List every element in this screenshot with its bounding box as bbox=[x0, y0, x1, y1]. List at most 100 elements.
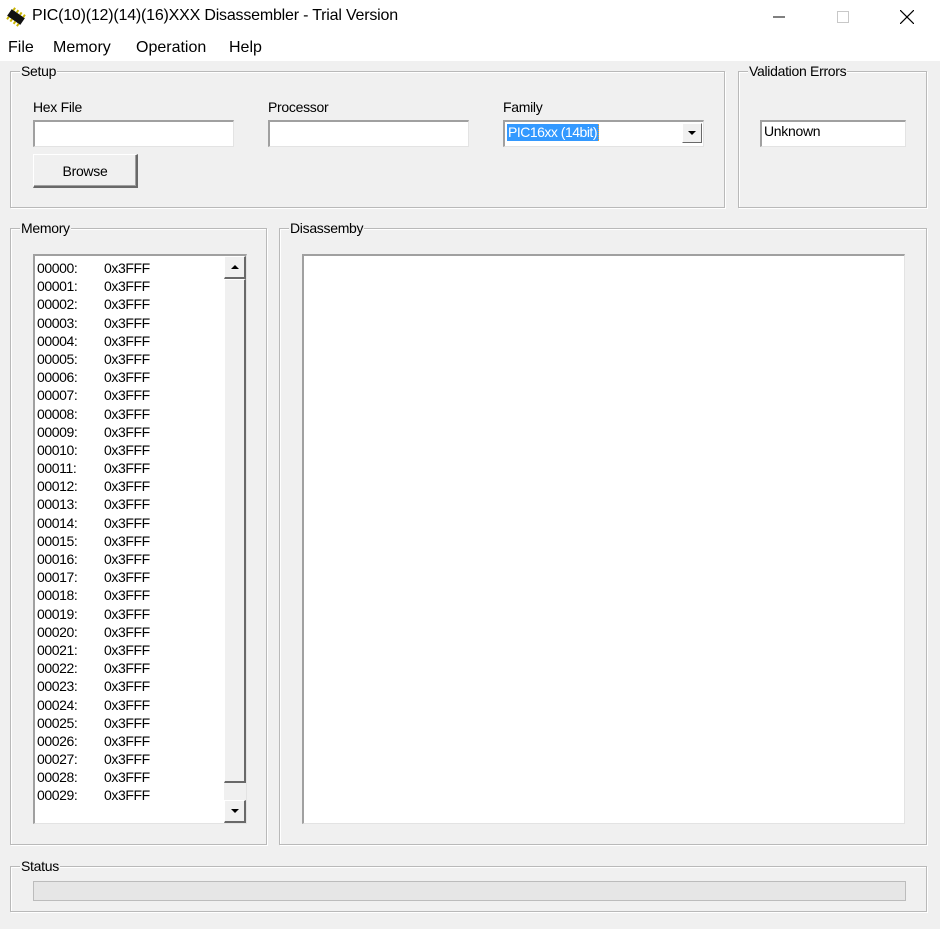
memory-value: 0x3FFF bbox=[104, 769, 150, 786]
memory-value: 0x3FFF bbox=[104, 569, 150, 586]
status-progress-bar bbox=[33, 881, 906, 901]
memory-row[interactable]: 00029: 0x3FFF bbox=[37, 786, 150, 804]
family-select[interactable]: PIC16xx (14bit) bbox=[503, 120, 704, 147]
family-label: Family bbox=[503, 99, 543, 115]
memory-address: 00006: bbox=[37, 369, 78, 386]
disassembly-group: Disassemby bbox=[279, 220, 927, 845]
close-button[interactable] bbox=[884, 0, 930, 34]
memory-row[interactable]: 00026: 0x3FFF bbox=[37, 732, 150, 750]
memory-row[interactable]: 00017: 0x3FFF bbox=[37, 568, 150, 586]
maximize-button[interactable] bbox=[820, 0, 866, 34]
memory-address: 00000: bbox=[37, 260, 78, 276]
memory-row[interactable]: 00005: 0x3FFF bbox=[37, 350, 150, 368]
memory-row[interactable]: 00010: 0x3FFF bbox=[37, 441, 150, 459]
memory-value: 0x3FFF bbox=[104, 478, 150, 495]
memory-row[interactable]: 00027: 0x3FFF bbox=[37, 750, 150, 768]
memory-listbox[interactable]: 00000: 0x3FFF 00001: 0x3FFF 00002: 0x3FFF 0000… bbox=[33, 254, 247, 824]
memory-row[interactable]: 00011: 0x3FFF bbox=[37, 459, 150, 477]
maximize-icon bbox=[837, 11, 849, 23]
memory-address: 00007: bbox=[37, 387, 78, 404]
memory-address: 00020: bbox=[37, 623, 78, 640]
chevron-down-icon bbox=[688, 131, 696, 135]
menu-operation[interactable]: Operation bbox=[136, 39, 206, 57]
memory-row[interactable]: 00013: 0x3FFF bbox=[37, 495, 150, 513]
memory-scrollbar[interactable] bbox=[224, 256, 246, 823]
scroll-up-button[interactable] bbox=[224, 256, 246, 279]
memory-row[interactable]: 00028: 0x3FFF bbox=[37, 768, 150, 786]
memory-value: 0x3FFF bbox=[104, 496, 150, 513]
menu-help[interactable]: Help bbox=[229, 39, 262, 57]
memory-row[interactable]: 00004: 0x3FFF bbox=[37, 332, 150, 350]
memory-group: Memory 00000: 0x3FFF 00001: 0x3FFF 00002: 0x3… bbox=[10, 220, 267, 845]
chevron-down-icon bbox=[230, 809, 239, 813]
close-icon bbox=[900, 10, 914, 24]
memory-row[interactable]: 00025: 0x3FFF bbox=[37, 714, 150, 732]
scroll-down-button[interactable] bbox=[224, 800, 246, 823]
setup-group: Setup Hex File Browse Processor Family P… bbox=[10, 63, 725, 208]
memory-row[interactable]: 00023: 0x3FFF bbox=[37, 677, 150, 695]
memory-value: 0x3FFF bbox=[104, 678, 150, 695]
memory-row[interactable]: 00002: 0x3FFF bbox=[37, 295, 150, 313]
memory-row[interactable]: 00020: 0x3FFF bbox=[37, 623, 150, 641]
memory-row[interactable]: 00001: 0x3FFF bbox=[37, 277, 150, 295]
hex-file-input[interactable] bbox=[33, 120, 234, 147]
memory-row[interactable]: 00019: 0x3FFF bbox=[37, 605, 150, 623]
memory-value: 0x3FFF bbox=[104, 423, 150, 440]
family-selected-value: PIC16xx (14bit) bbox=[507, 124, 599, 141]
memory-group-label: Memory bbox=[20, 220, 71, 236]
memory-value: 0x3FFF bbox=[104, 532, 150, 549]
memory-address: 00027: bbox=[37, 751, 78, 768]
family-dropdown-button[interactable] bbox=[682, 123, 702, 143]
chevron-up-icon bbox=[230, 265, 239, 269]
scroll-thumb[interactable] bbox=[224, 279, 246, 783]
status-group: Status bbox=[10, 858, 927, 912]
memory-row[interactable]: 00000: 0x3FFF bbox=[37, 259, 150, 277]
memory-address: 00014: bbox=[37, 514, 78, 531]
menu-memory[interactable]: Memory bbox=[53, 39, 111, 57]
memory-row[interactable]: 00012: 0x3FFF bbox=[37, 477, 150, 495]
memory-value: 0x3FFF bbox=[104, 641, 150, 658]
validation-errors-value[interactable]: Unknown bbox=[760, 120, 906, 147]
memory-row[interactable]: 00014: 0x3FFF bbox=[37, 514, 150, 532]
memory-row[interactable]: 00006: 0x3FFF bbox=[37, 368, 150, 386]
memory-address: 00025: bbox=[37, 714, 78, 731]
memory-value: 0x3FFF bbox=[104, 278, 150, 295]
memory-address: 00011: bbox=[37, 460, 77, 477]
minimize-button[interactable] bbox=[756, 0, 802, 34]
memory-address: 00001: bbox=[37, 278, 78, 295]
memory-address: 00015: bbox=[37, 532, 78, 549]
memory-address: 00024: bbox=[37, 696, 78, 713]
memory-row[interactable]: 00021: 0x3FFF bbox=[37, 641, 150, 659]
processor-label: Processor bbox=[268, 99, 329, 115]
memory-value: 0x3FFF bbox=[104, 605, 150, 622]
memory-address: 00013: bbox=[37, 496, 78, 513]
memory-value: 0x3FFF bbox=[104, 350, 150, 367]
disassembly-group-label: Disassemby bbox=[289, 220, 365, 236]
memory-address: 00002: bbox=[37, 296, 78, 313]
memory-address: 00017: bbox=[37, 569, 78, 586]
menu-file[interactable]: File bbox=[8, 39, 34, 57]
memory-row[interactable]: 00018: 0x3FFF bbox=[37, 586, 150, 604]
memory-row[interactable]: 00009: 0x3FFF bbox=[37, 423, 150, 441]
memory-value: 0x3FFF bbox=[104, 369, 150, 386]
memory-row[interactable]: 00022: 0x3FFF bbox=[37, 659, 150, 677]
memory-address: 00008: bbox=[37, 405, 78, 422]
memory-value: 0x3FFF bbox=[104, 441, 150, 458]
memory-row[interactable]: 00024: 0x3FFF bbox=[37, 696, 150, 714]
memory-value: 0x3FFF bbox=[104, 714, 150, 731]
processor-input[interactable] bbox=[268, 120, 469, 147]
memory-value: 0x3FFF bbox=[104, 314, 150, 331]
memory-value: 0x3FFF bbox=[104, 551, 150, 567]
memory-row[interactable]: 00015: 0x3FFF bbox=[37, 532, 150, 550]
memory-row[interactable]: 00007: 0x3FFF bbox=[37, 386, 150, 404]
memory-row[interactable]: 00016: 0x3FFF bbox=[37, 550, 150, 568]
memory-address: 00004: bbox=[37, 332, 78, 349]
memory-value: 0x3FFF bbox=[104, 787, 150, 804]
chip-icon bbox=[6, 7, 26, 27]
memory-address: 00019: bbox=[37, 605, 78, 622]
memory-value: 0x3FFF bbox=[104, 660, 150, 677]
memory-row[interactable]: 00008: 0x3FFF bbox=[37, 405, 150, 423]
disassembly-output[interactable] bbox=[302, 254, 905, 824]
browse-button[interactable]: Browse bbox=[33, 154, 138, 188]
memory-row[interactable]: 00003: 0x3FFF bbox=[37, 314, 150, 332]
